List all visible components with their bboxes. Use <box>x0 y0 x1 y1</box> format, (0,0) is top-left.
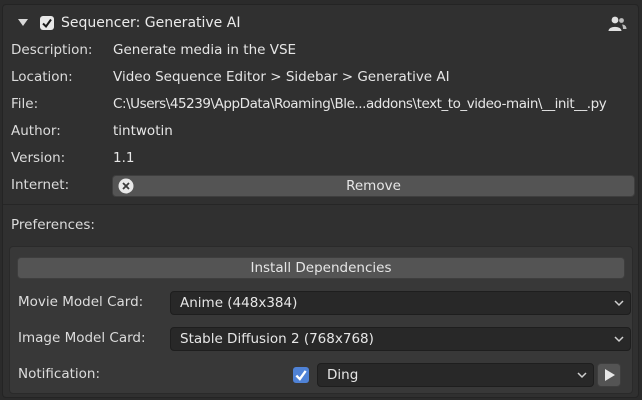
description-label: Description: <box>11 42 93 58</box>
addon-panel: Sequencer: Generative AI Description: Ge… <box>2 4 639 398</box>
addon-enable-checkbox[interactable] <box>40 16 54 30</box>
install-dependencies-label: Install Dependencies <box>250 260 392 276</box>
checkmark-icon <box>295 370 307 381</box>
notification-sound-value: Ding <box>327 367 359 383</box>
author-value: tintwotin <box>113 123 173 139</box>
image-model-label: Image Model Card: <box>18 330 146 346</box>
install-dependencies-button[interactable]: Install Dependencies <box>17 257 625 279</box>
play-icon <box>605 369 615 381</box>
version-label: Version: <box>11 150 66 166</box>
image-model-dropdown[interactable]: Stable Diffusion 2 (768x768) <box>170 327 631 351</box>
play-sound-button[interactable] <box>597 363 621 387</box>
preferences-panel: Install Dependencies Movie Model Card: A… <box>9 246 633 394</box>
notification-label: Notification: <box>18 366 101 382</box>
author-label: Author: <box>11 123 61 139</box>
chevron-down-icon <box>614 300 624 307</box>
chevron-down-icon <box>577 372 587 379</box>
image-model-value: Stable Diffusion 2 (768x768) <box>180 331 374 347</box>
section-divider <box>3 204 638 205</box>
remove-button[interactable]: Remove <box>112 175 635 197</box>
location-label: Location: <box>11 69 73 85</box>
notification-sound-dropdown[interactable]: Ding <box>317 363 594 387</box>
preferences-heading: Preferences: <box>11 217 95 233</box>
addon-header[interactable]: Sequencer: Generative AI <box>3 5 638 43</box>
description-value: Generate media in the VSE <box>113 42 297 58</box>
x-circle-icon <box>118 178 134 194</box>
checkmark-icon <box>42 18 52 29</box>
notification-checkbox[interactable] <box>293 367 309 383</box>
movie-model-label: Movie Model Card: <box>18 294 144 310</box>
movie-model-value: Anime (448x384) <box>180 295 298 311</box>
internet-label: Internet: <box>11 177 70 193</box>
file-value: C:\Users\45239\AppData\Roaming\Ble...add… <box>113 96 607 112</box>
version-value: 1.1 <box>113 150 135 166</box>
user-icon <box>608 16 627 31</box>
chevron-down-icon <box>614 336 624 343</box>
location-value: Video Sequence Editor > Sidebar > Genera… <box>113 69 450 85</box>
movie-model-dropdown[interactable]: Anime (448x384) <box>170 291 631 315</box>
remove-label: Remove <box>346 178 401 194</box>
addon-title: Sequencer: Generative AI <box>61 15 241 31</box>
triangle-down-icon[interactable] <box>16 15 30 29</box>
file-label: File: <box>11 96 39 112</box>
